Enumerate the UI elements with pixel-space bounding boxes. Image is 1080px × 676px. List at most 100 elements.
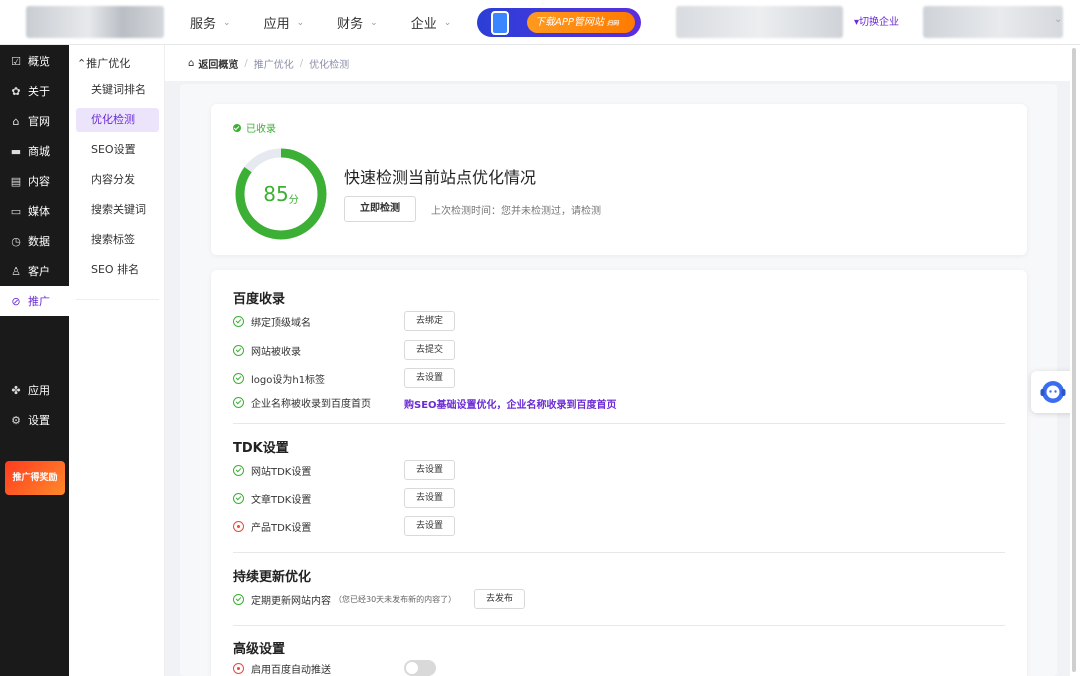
sidebar-item-promotion[interactable]: ⊘ 推广: [0, 286, 69, 316]
nav-enterprise[interactable]: 企业 ⌄: [411, 13, 452, 32]
subnav-item-search-keywords[interactable]: 搜索关键词: [76, 198, 159, 222]
sidebar-item-overview[interactable]: ☑ 概览: [0, 46, 69, 76]
check-row-label: 绑定顶级域名: [251, 317, 311, 329]
last-check-text: 上次检测时间：您并未检测过，请检测: [431, 206, 601, 217]
top-nav: 服务 ⌄ 应用 ⌄ 财务 ⌄ 企业 ⌄: [190, 0, 484, 45]
nav-service-label: 服务: [190, 17, 217, 32]
brand-logo[interactable]: [26, 6, 164, 38]
sidebar-item-apps[interactable]: ✤ 应用: [0, 375, 69, 405]
chevron-down-icon: ⌄: [296, 17, 305, 28]
customer-service-button[interactable]: [1031, 371, 1074, 413]
buy-seo-link[interactable]: 购SEO基础设置优化，企业名称收录到百度首页: [404, 396, 617, 411]
shop-icon: ▬: [10, 144, 22, 158]
publish-content-button[interactable]: 去发布: [474, 589, 525, 609]
subnav-item-optimization-check[interactable]: 优化检测: [76, 108, 159, 132]
check-circle-icon: [233, 344, 244, 356]
update-reminder-note: （您已经30天未发布新的内容了）: [334, 594, 457, 604]
nav-apps[interactable]: 应用 ⌄: [264, 13, 305, 32]
sidebar-item-about[interactable]: ✿ 关于: [0, 76, 69, 106]
sidebar-item-website[interactable]: ⌂ 官网: [0, 106, 69, 136]
media-icon: ▭: [10, 204, 22, 218]
check-row-label: logo设为h1标签: [251, 374, 326, 386]
site-tdk-settings-button[interactable]: 去设置: [404, 460, 455, 480]
sidebar-item-label: 数据: [28, 235, 50, 248]
sidebar-item-label: 商城: [28, 145, 50, 158]
sidebar-item-shop[interactable]: ▬ 商城: [0, 136, 69, 166]
submit-index-button[interactable]: 去提交: [404, 340, 455, 360]
nav-service[interactable]: 服务 ⌄: [190, 13, 231, 32]
check-row: 网站TDK设置: [233, 460, 311, 480]
app-download-banner[interactable]: 下载APP管网站 扫码: [477, 8, 641, 37]
product-tdk-settings-button[interactable]: 去设置: [404, 516, 455, 536]
main-sidebar: ☑ 概览 ✿ 关于 ⌂ 官网 ▬ 商城 ▤ 内容 ▭ 媒体 ◷ 数据 ♙ 客户 ⊘ 推广 ✤ 应用 …: [0, 45, 69, 676]
apps-icon: ✤: [11, 383, 21, 397]
sub-sidebar: ⌃推广优化 关键词排名 优化检测 SEO设置 内容分发 搜索关键词 搜索标签 S…: [69, 45, 165, 676]
divider: [233, 625, 1005, 626]
breadcrumb-back-link[interactable]: 返回概览: [198, 56, 238, 71]
check-title: 快速检测当前站点优化情况: [344, 168, 537, 187]
sidebar-item-content[interactable]: ▤ 内容: [0, 166, 69, 196]
sidebar-item-label: 推广: [28, 295, 50, 308]
breadcrumb-item-current: 优化检测: [309, 59, 350, 71]
score-gauge: 85 分: [233, 146, 329, 242]
article-tdk-settings-button[interactable]: 去设置: [404, 488, 455, 508]
nav-finance[interactable]: 财务 ⌄: [337, 13, 378, 32]
baidu-auto-push-toggle[interactable]: [404, 660, 436, 676]
subnav-item-seo-settings[interactable]: SEO设置: [76, 138, 159, 162]
check-row-label: 定期更新网站内容: [251, 595, 331, 607]
breadcrumb-item[interactable]: 推广优化: [254, 56, 294, 71]
summary-card: 已收录 85 分 快速检测当前站点优化情况 立即检测 上次检测时间：您并未检测过，…: [211, 104, 1027, 255]
check-circle-icon: [233, 492, 244, 504]
sidebar-item-media[interactable]: ▭ 媒体: [0, 196, 69, 226]
check-circle-icon: [233, 123, 241, 132]
user-menu[interactable]: [923, 6, 1063, 38]
check-circle-icon: [233, 315, 244, 327]
subnav-item-keyword-ranking[interactable]: 关键词排名: [76, 78, 159, 102]
promo-reward-banner[interactable]: 推广得奖励: [5, 461, 65, 495]
check-row: logo设为h1标签: [233, 368, 325, 388]
chevron-down-icon[interactable]: ⌄: [1054, 14, 1062, 25]
gear-icon: ✿: [11, 84, 21, 98]
sidebar-item-label: 客户: [28, 265, 50, 278]
check-row: 绑定顶级域名: [233, 311, 311, 331]
sidebar-item-data[interactable]: ◷ 数据: [0, 226, 69, 256]
account-info[interactable]: [676, 6, 843, 38]
check-row: 产品TDK设置: [233, 516, 311, 536]
phone-icon: [491, 11, 509, 35]
subnav-item-content-distribution[interactable]: 内容分发: [76, 168, 159, 192]
check-row: 文章TDK设置: [233, 488, 311, 508]
check-row-label: 产品TDK设置: [251, 522, 312, 534]
subnav-item-search-tags[interactable]: 搜索标签: [76, 228, 159, 252]
qr-badge: 扫码: [606, 20, 619, 27]
check-circle-icon: [233, 372, 244, 384]
home-icon: ⌂: [12, 114, 20, 128]
subnav-item-seo-rank[interactable]: SEO 排名: [76, 258, 159, 282]
divider: [233, 552, 1005, 553]
logo-h1-settings-button[interactable]: 去设置: [404, 368, 455, 388]
sidebar-item-customers[interactable]: ♙ 客户: [0, 256, 69, 286]
section-title-baidu-index: 百度收录: [233, 292, 286, 307]
chevron-down-icon: ⌄: [223, 17, 231, 28]
section-title-continuous-update: 持续更新优化: [233, 570, 312, 585]
bind-domain-button[interactable]: 去绑定: [404, 311, 455, 331]
divider: [233, 423, 1005, 424]
check-row: 网站被收录: [233, 340, 301, 360]
detail-card: 百度收录 绑定顶级域名 去绑定 网站被收录 去提交 logo设为h1标签 去设置…: [211, 270, 1027, 676]
divider: [76, 299, 159, 300]
check-now-button[interactable]: 立即检测: [344, 196, 416, 222]
check-row-label: 企业名称被收录到百度首页: [251, 398, 371, 410]
check-circle-icon: [233, 464, 244, 476]
scrollbar-thumb[interactable]: [1072, 48, 1076, 672]
sidebar-item-label: 官网: [28, 115, 50, 128]
subnav-header[interactable]: ⌃推广优化: [77, 55, 130, 71]
switch-enterprise-link[interactable]: ▾切换企业: [854, 0, 899, 45]
check-row-label: 网站TDK设置: [251, 466, 312, 478]
sidebar-item-label: 内容: [28, 175, 50, 188]
score-unit: 分: [288, 194, 299, 206]
overview-icon: ☑: [11, 54, 21, 68]
app-download-button[interactable]: 下载APP管网站 扫码: [527, 12, 635, 33]
nav-enterprise-label: 企业: [410, 17, 437, 32]
sidebar-item-settings[interactable]: ⚙ 设置: [0, 405, 69, 435]
document-icon: ▤: [10, 174, 22, 188]
score-display: 85 分: [233, 146, 329, 242]
